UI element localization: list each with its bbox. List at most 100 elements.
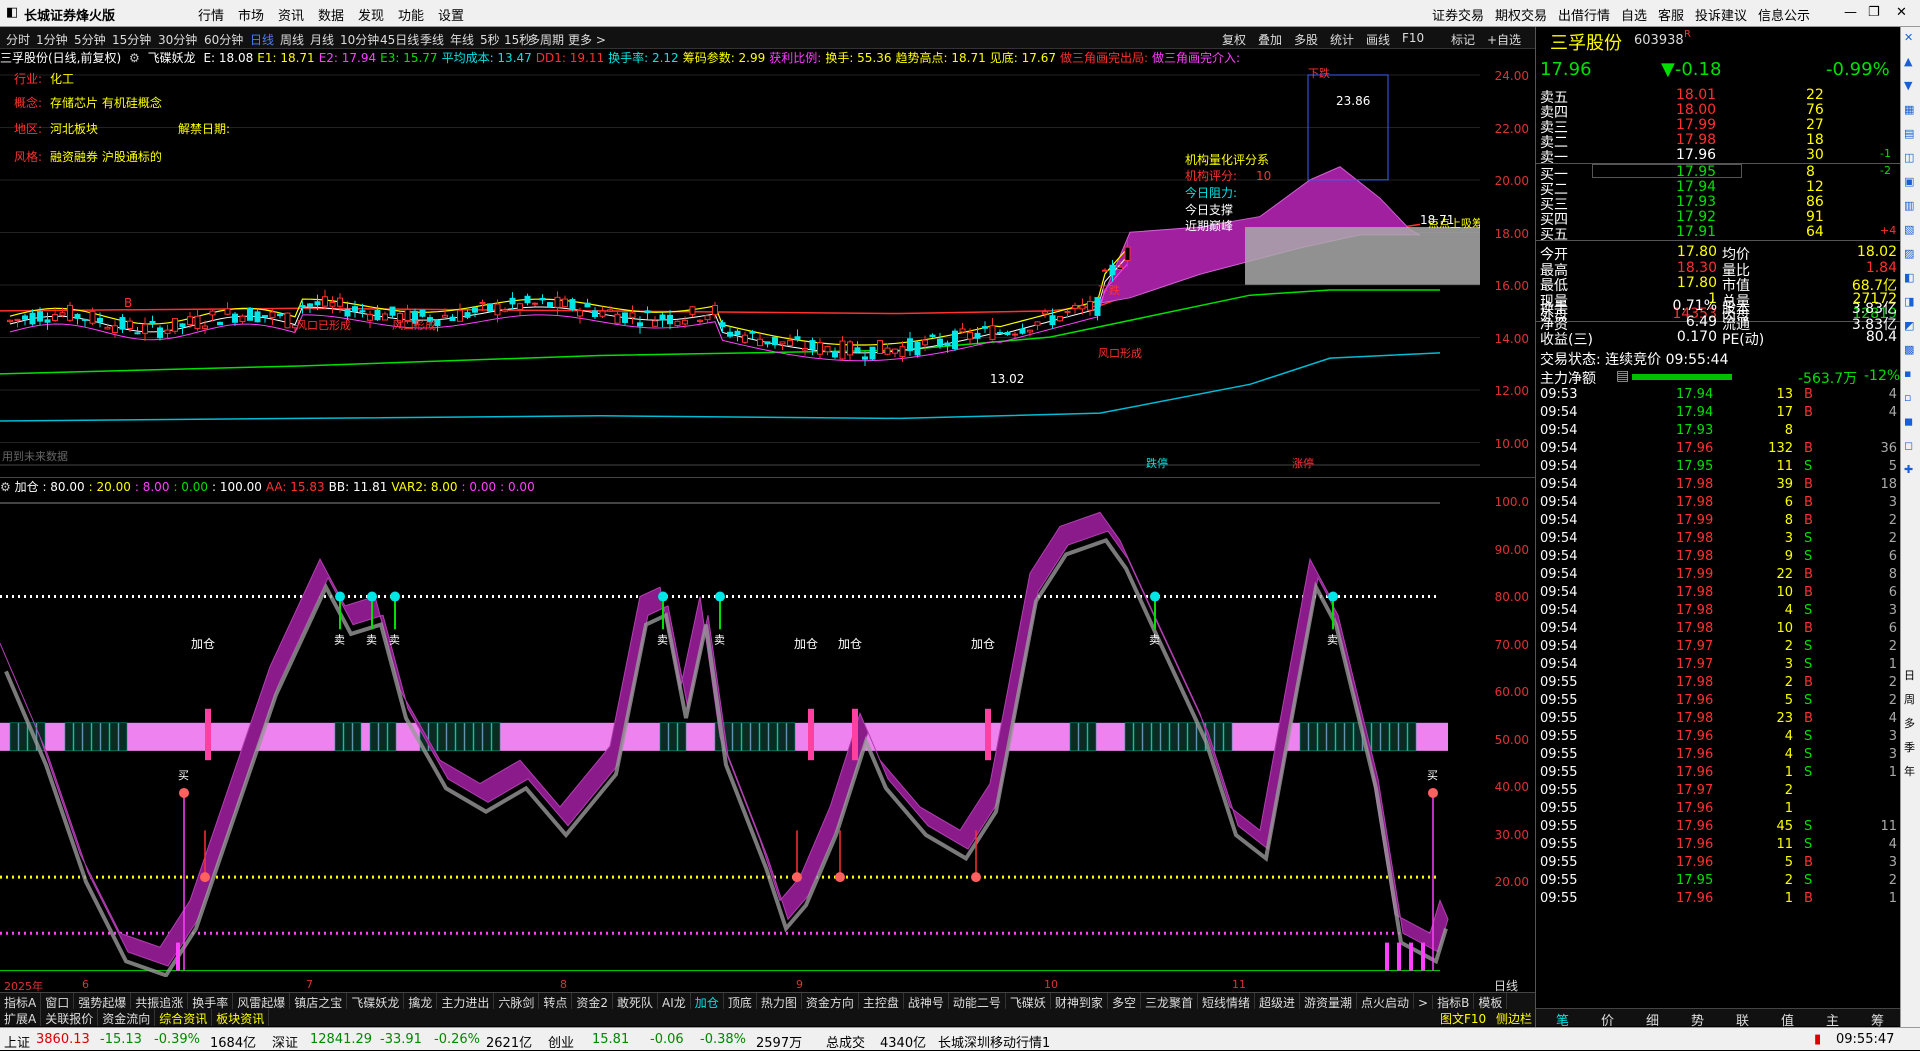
side-tool-icon[interactable]: ▪ xyxy=(1904,367,1911,380)
indicator-tab-18[interactable]: 资金方向 xyxy=(802,993,859,1009)
side-period-2[interactable]: 多 xyxy=(1904,715,1915,731)
side-tool-icon[interactable]: ▲ xyxy=(1904,55,1912,68)
toolbar-btn-5[interactable]: F10 xyxy=(1402,31,1424,45)
right-menu-item-2[interactable]: 出借行情 xyxy=(1558,5,1610,24)
extension-tab-3[interactable]: 综合资讯 xyxy=(155,1009,213,1026)
indicator-tab-1[interactable]: 窗口 xyxy=(41,993,75,1009)
indicator-tab-9[interactable]: 主力进出 xyxy=(437,993,495,1009)
indicator-tab-8[interactable]: 擒龙 xyxy=(404,993,438,1009)
menu-item-1[interactable]: 市场 xyxy=(238,5,264,24)
indicator-tab-7[interactable]: 飞碟妖龙 xyxy=(347,993,405,1009)
close-icon[interactable]: ✕ xyxy=(1896,5,1907,20)
extension-tab-2[interactable]: 资金流向 xyxy=(98,1009,156,1026)
indicator-tab-30[interactable]: > xyxy=(1414,995,1434,1009)
tick-list[interactable]: 09:53 17.94 13 B 4 09:54 17.94 17 B 4 09:54 17.93 8 0… xyxy=(1536,387,1901,1007)
side-tool-icon[interactable]: ▩ xyxy=(1904,343,1914,356)
indicator-tab-26[interactable]: 短线情绪 xyxy=(1198,993,1255,1009)
indicator-tab-13[interactable]: 敢死队 xyxy=(613,993,659,1009)
kline-chart[interactable]: 行业: 化工 概念: 存储芯片 有机硅概念 地区: 河北板块 解禁日期: 风格:… xyxy=(0,67,1480,477)
side-tool-icon[interactable]: ◻ xyxy=(1904,439,1913,452)
right-menu-item-6[interactable]: 信息公示 xyxy=(1758,5,1810,24)
settings-icon[interactable]: ⚙ xyxy=(129,51,140,65)
indicator-tab-20[interactable]: 战神号 xyxy=(904,993,949,1009)
right-menu-item-5[interactable]: 投诉建议 xyxy=(1695,5,1747,24)
side-tool-icon[interactable]: ▣ xyxy=(1904,175,1914,188)
extension-tab-4[interactable]: 板块资讯 xyxy=(212,1009,270,1026)
indicator-tab-0[interactable]: 指标A xyxy=(0,993,42,1009)
period-tab-10[interactable]: 45日线 xyxy=(380,31,419,48)
indicator-tab-31[interactable]: 指标B xyxy=(1433,993,1475,1009)
toolbar-btn-0[interactable]: 复权 xyxy=(1222,31,1246,48)
period-tab-7[interactable]: 周线 xyxy=(280,31,304,48)
period-tab-13[interactable]: 5秒 xyxy=(480,31,500,48)
period-tab-3[interactable]: 15分钟 xyxy=(112,31,151,48)
period-tab-2[interactable]: 5分钟 xyxy=(74,31,106,48)
indicator-tab-19[interactable]: 主控盘 xyxy=(859,993,904,1009)
indicator-tab-16[interactable]: 顶底 xyxy=(724,993,757,1009)
indicator-tab-2[interactable]: 强势起爆 xyxy=(74,993,132,1009)
period-tab-12[interactable]: 年线 xyxy=(450,31,474,48)
menu-item-2[interactable]: 资讯 xyxy=(278,5,304,24)
indicator-tab-32[interactable]: 模板 xyxy=(1474,993,1508,1009)
side-tool-icon[interactable]: ◨ xyxy=(1904,295,1914,308)
right-menu-item-0[interactable]: 证券交易 xyxy=(1432,5,1484,24)
side-tool-icon[interactable]: ◼ xyxy=(1904,415,1913,428)
side-tool-icon[interactable]: ✕ xyxy=(1904,31,1913,44)
toolbar-btn-6[interactable]: 标记 xyxy=(1451,31,1475,48)
side-period-4[interactable]: 年 xyxy=(1904,763,1915,779)
menu-item-0[interactable]: 行情 xyxy=(198,5,224,24)
side-tool-icon[interactable]: ✚ xyxy=(1904,463,1913,476)
indicator-tab-27[interactable]: 超级进 xyxy=(1255,993,1300,1009)
side-tool-icon[interactable]: ▼ xyxy=(1904,79,1912,92)
indicator-tab-11[interactable]: 转点 xyxy=(539,993,573,1009)
indicator-tab-5[interactable]: 风雷起爆 xyxy=(233,993,291,1009)
side-period-1[interactable]: 周 xyxy=(1904,691,1915,707)
period-tab-0[interactable]: 分时 xyxy=(6,31,30,48)
toolbar-btn-4[interactable]: 画线 xyxy=(1366,31,1390,48)
side-period-3[interactable]: 季 xyxy=(1904,739,1915,755)
toolbar-btn-2[interactable]: 多股 xyxy=(1294,31,1318,48)
side-tool-icon[interactable]: ◩ xyxy=(1904,319,1914,332)
period-tab-9[interactable]: 10分钟 xyxy=(340,31,379,48)
indicator-tab-10[interactable]: 六脉剑 xyxy=(494,993,540,1009)
period-tab-16[interactable]: 更多 > xyxy=(568,31,606,48)
period-tab-4[interactable]: 30分钟 xyxy=(158,31,197,48)
indicator-settings-icon[interactable]: ⚙ xyxy=(0,480,11,494)
extension-tab-1[interactable]: 关联报价 xyxy=(41,1009,99,1026)
indicator-chart[interactable]: 加仓 加仓 加仓 加仓卖卖卖卖卖卖卖买买 xyxy=(0,495,1480,977)
side-tool-icon[interactable]: ▦ xyxy=(1904,103,1914,116)
indicator-tab-4[interactable]: 换手率 xyxy=(188,993,234,1009)
period-tab-6[interactable]: 日线 xyxy=(250,31,274,48)
period-tab-1[interactable]: 1分钟 xyxy=(36,31,68,48)
side-tool-icon[interactable]: ▧ xyxy=(1904,223,1914,236)
maximize-icon[interactable]: ❐ xyxy=(1868,5,1880,20)
indicator-tab-23[interactable]: 财神到家 xyxy=(1051,993,1108,1009)
indicator-tab-15[interactable]: 加仓 xyxy=(691,993,724,1009)
side-tool-icon[interactable]: ▫ xyxy=(1904,391,1911,404)
indicator-tab-25[interactable]: 三龙聚首 xyxy=(1141,993,1198,1009)
indicator-tab-21[interactable]: 动能二号 xyxy=(949,993,1006,1009)
indicator-tab-17[interactable]: 热力图 xyxy=(757,993,802,1009)
minimize-icon[interactable]: — xyxy=(1844,5,1857,20)
menu-item-6[interactable]: 设置 xyxy=(438,5,464,24)
indicator-tab-24[interactable]: 多空 xyxy=(1108,993,1141,1009)
extension-right-tab-1[interactable]: 侧边栏 xyxy=(1492,1009,1535,1026)
side-tool-icon[interactable]: ▤ xyxy=(1904,127,1914,140)
toolbar-btn-7[interactable]: +自选 xyxy=(1487,31,1521,48)
side-tool-icon[interactable]: ▨ xyxy=(1904,247,1914,260)
right-menu-item-1[interactable]: 期权交易 xyxy=(1495,5,1547,24)
side-tool-icon[interactable]: ▥ xyxy=(1904,199,1914,212)
indicator-tab-6[interactable]: 镇店之宝 xyxy=(290,993,348,1009)
toolbar-btn-3[interactable]: 统计 xyxy=(1330,31,1354,48)
side-tool-icon[interactable]: ◫ xyxy=(1904,151,1914,164)
period-tab-8[interactable]: 月线 xyxy=(310,31,334,48)
indicator-tab-14[interactable]: AI龙 xyxy=(658,993,691,1009)
indicator-tab-3[interactable]: 共振追涨 xyxy=(131,993,189,1009)
menu-item-4[interactable]: 发现 xyxy=(358,5,384,24)
indicator-tab-28[interactable]: 游资量潮 xyxy=(1300,993,1358,1009)
right-menu-item-3[interactable]: 自选 xyxy=(1621,5,1647,24)
toolbar-btn-1[interactable]: 叠加 xyxy=(1258,31,1282,48)
extension-right-tab-0[interactable]: 图文F10 xyxy=(1436,1009,1490,1026)
indicator-tab-12[interactable]: 资金2 xyxy=(572,993,614,1009)
extension-tab-0[interactable]: 扩展A xyxy=(0,1009,42,1026)
